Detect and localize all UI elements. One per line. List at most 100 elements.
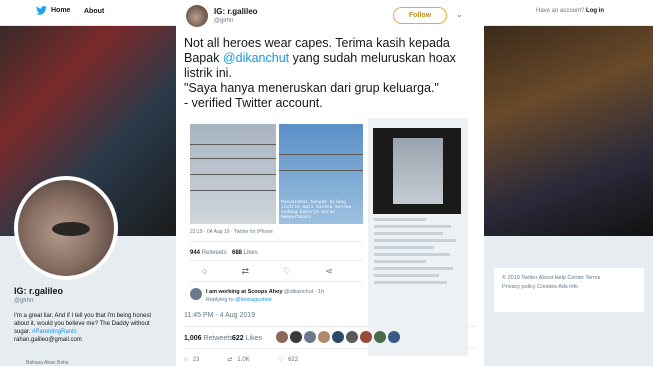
nav-home-label: Home <box>51 7 71 14</box>
tweet-signature: - verified Twitter account. <box>184 96 323 110</box>
liker-avatar[interactable] <box>332 331 344 343</box>
reply-avatar[interactable] <box>190 288 202 300</box>
comment-line <box>374 260 426 263</box>
tweet-action-row: ○ 23 ⇄ 1.0K ♡ 622 <box>184 356 299 364</box>
chevron-down-icon[interactable]: ⌄ <box>456 10 463 19</box>
like-icon: ♡ <box>277 357 284 363</box>
screenshot-video <box>373 128 461 214</box>
profile-bio: I'm a great liar. And if I tell you that… <box>14 312 164 344</box>
nav-home[interactable]: Home <box>36 6 70 15</box>
reply-author: I am working at Scoops Ahoy @dikanchut ·… <box>206 289 324 295</box>
liker-avatar[interactable] <box>304 331 316 343</box>
footer-links: © 2019 Twitter About Help Center Terms P… <box>494 268 644 312</box>
reply-context: Replying to @leonagustine <box>206 297 272 303</box>
likes-num: 622 <box>232 335 244 342</box>
comment-line <box>374 239 456 242</box>
divider <box>184 326 476 327</box>
divider <box>190 260 362 261</box>
divider <box>184 348 476 349</box>
tweet-mention[interactable]: @dikanchut <box>223 51 289 65</box>
liker-avatar[interactable] <box>388 331 400 343</box>
retweets-num: 1,006 <box>184 335 202 342</box>
embed-retweets-num: 944 <box>190 250 201 256</box>
footer-line[interactable]: Privacy policy Cookies Ads info <box>502 283 636 292</box>
comment-line <box>374 232 443 235</box>
retweets-label: Retweets <box>203 335 233 342</box>
bio-hashtag[interactable]: #ParentingRants <box>32 329 77 335</box>
wire <box>279 170 363 171</box>
divider <box>190 241 362 242</box>
screenshot-frame <box>393 138 443 204</box>
liker-avatar[interactable] <box>290 331 302 343</box>
account-prompt: Have an account? <box>536 8 585 14</box>
media-caption: Masyarakat banyak bilang listrik mati ka… <box>281 200 352 220</box>
like-action[interactable]: ♡ 622 <box>277 356 299 364</box>
embed-like-count: 688 Likes <box>232 250 258 256</box>
retweet-action-count: 1.0K <box>237 356 250 363</box>
embed-retweet-count: 944 Retweets <box>190 250 227 256</box>
avatar-eye <box>52 222 90 236</box>
footer-line[interactable]: © 2019 Twitter About Help Center Terms <box>502 274 636 283</box>
embed-retweets-label: Retweets <box>201 250 227 256</box>
bird-icon <box>36 6 47 15</box>
reply-to-label: Replying to <box>206 297 234 303</box>
tweet-author-handle[interactable]: @glrhn <box>214 18 233 24</box>
comment-line <box>374 253 450 256</box>
tweet-quote: "Saya hanya meneruskan dari grup keluarg… <box>184 81 439 95</box>
screenshot-comments <box>374 218 460 288</box>
liker-avatars <box>276 331 400 343</box>
tweet-avatar[interactable] <box>186 5 208 27</box>
comment-line <box>374 225 452 228</box>
tweet-author-name[interactable]: IG: r.galileo <box>214 7 258 16</box>
retweet-count[interactable]: 1,006 Retweets <box>184 335 233 342</box>
likes-label: Likes <box>245 335 262 342</box>
comment-line <box>374 281 448 284</box>
profile-name[interactable]: IG: r.galileo <box>14 286 63 296</box>
retweet-icon[interactable]: ⇄ <box>241 266 249 277</box>
wire <box>190 158 276 159</box>
liker-avatar[interactable] <box>318 331 330 343</box>
comment-line <box>374 267 454 270</box>
comment-line <box>374 246 435 249</box>
login-area: Have an account? Log in <box>536 8 604 14</box>
tweet-media-image[interactable]: Masyarakat banyak bilang listrik mati ka… <box>279 124 363 224</box>
reply-action[interactable]: ○ 23 <box>184 356 199 363</box>
wire <box>190 174 276 175</box>
reply-author-handle: @dikanchut · 1h <box>284 289 325 295</box>
embed-timestamp: 22:19 · 04 Aug 19 · Twitter for iPhone <box>190 229 273 235</box>
login-link[interactable]: Log in <box>586 8 604 14</box>
tweet-modal: IG: r.galileo @glrhn Follow ⌄ Not all he… <box>176 0 484 366</box>
divider <box>190 281 362 282</box>
tweet-timestamp[interactable]: 11:45 PM - 4 Aug 2019 <box>184 312 255 319</box>
banner-photo <box>480 26 653 236</box>
comment-line <box>374 218 426 221</box>
retweet-action[interactable]: ⇄ 1.0K <box>227 356 250 364</box>
liker-avatar[interactable] <box>346 331 358 343</box>
liker-avatar[interactable] <box>276 331 288 343</box>
reply-icon[interactable]: ○ <box>202 266 207 277</box>
follow-button[interactable]: Follow <box>393 7 447 24</box>
profile-handle[interactable]: @glrhn <box>14 298 33 304</box>
comment-line <box>374 274 439 277</box>
embed-likes-num: 688 <box>232 250 243 256</box>
wire <box>190 190 276 191</box>
reply-author-name[interactable]: I am working at Scoops Ahoy <box>206 289 283 295</box>
profile-location: Bahasa Akan Bahu <box>26 360 69 366</box>
share-icon[interactable]: ⋖ <box>325 266 333 277</box>
embed-action-row: ○ ⇄ ♡ ⋖ <box>202 266 333 277</box>
profile-avatar[interactable] <box>14 176 118 280</box>
tweet-media-image[interactable] <box>190 124 276 224</box>
like-icon[interactable]: ♡ <box>283 266 291 277</box>
reply-to-handle[interactable]: @leonagustine <box>235 297 272 303</box>
reply-count: 23 <box>192 356 200 363</box>
liker-avatar[interactable] <box>360 331 372 343</box>
tweet-media-screenshot[interactable] <box>368 118 468 356</box>
wire <box>190 144 276 145</box>
reply-icon: ○ <box>184 356 188 363</box>
nav-about[interactable]: About <box>84 8 104 15</box>
tweet-text: Not all heroes wear capes. Terima kasih … <box>184 36 474 111</box>
retweet-icon: ⇄ <box>227 357 233 363</box>
like-action-count: 622 <box>288 356 299 363</box>
liker-avatar[interactable] <box>374 331 386 343</box>
like-count[interactable]: 622 Likes <box>232 335 262 342</box>
